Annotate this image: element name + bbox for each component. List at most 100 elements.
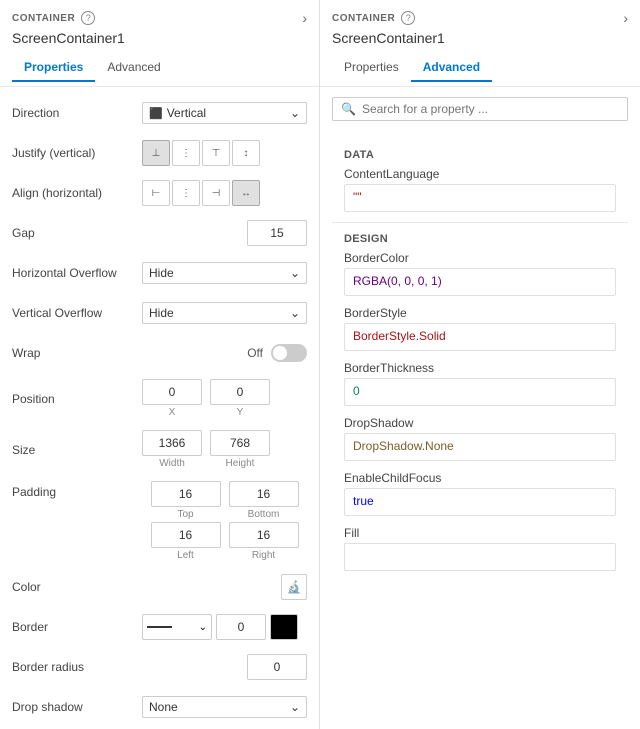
position-x-input[interactable] (142, 379, 202, 405)
direction-icon: ⬛ (149, 107, 163, 120)
right-tabs: Properties Advanced (332, 54, 628, 82)
right-panel-title: ScreenContainer1 (332, 30, 628, 46)
position-y-field: Y (210, 379, 270, 418)
size-height-label: Height (226, 458, 255, 469)
border-color-value[interactable]: RGBA(0, 0, 0, 1) (344, 268, 616, 296)
justify-label: Justify (vertical) (12, 146, 142, 160)
design-section-header: DESIGN (332, 227, 628, 251)
padding-bottom-input[interactable] (229, 481, 299, 507)
left-panel-header: CONTAINER ? › ScreenContainer1 Propertie… (0, 0, 319, 87)
v-overflow-row: Vertical Overflow Hide ⌄ (12, 299, 307, 327)
search-input[interactable] (362, 102, 619, 116)
left-tabs: Properties Advanced (12, 54, 307, 82)
size-width-input[interactable] (142, 430, 202, 456)
v-overflow-control: Hide ⌄ (142, 302, 307, 324)
fill-value[interactable] (344, 543, 616, 571)
wrap-toggle-label: Off (247, 346, 263, 360)
right-panel: CONTAINER ? › ScreenContainer1 Propertie… (320, 0, 640, 729)
size-width-field: Width (142, 430, 202, 469)
tab-properties-left[interactable]: Properties (12, 54, 95, 82)
justify-btn-3[interactable]: ⊤ (202, 140, 230, 166)
border-color-swatch[interactable] (270, 614, 298, 640)
border-style-value[interactable]: BorderStyle.Solid (344, 323, 616, 351)
direction-select[interactable]: ⬛ Vertical ⌄ (142, 102, 307, 124)
tab-advanced-left[interactable]: Advanced (95, 54, 172, 82)
left-panel-title: ScreenContainer1 (12, 30, 307, 46)
justify-row: Justify (vertical) ⊥ ⋮ ⊤ ↕ (12, 139, 307, 167)
border-control: ⌄ (142, 614, 307, 640)
border-width-input[interactable] (216, 614, 266, 640)
justify-btn-1[interactable]: ⊥ (142, 140, 170, 166)
color-control: 🔬 (142, 574, 307, 600)
align-btn-4[interactable]: ↔ (232, 180, 260, 206)
left-panel: CONTAINER ? › ScreenContainer1 Propertie… (0, 0, 320, 729)
size-height-input[interactable] (210, 430, 270, 456)
right-help-icon[interactable]: ? (401, 11, 415, 25)
color-row: Color 🔬 (12, 573, 307, 601)
left-help-icon[interactable]: ? (81, 11, 95, 25)
direction-row: Direction ⬛ Vertical ⌄ (12, 99, 307, 127)
content-language-value[interactable]: "" (344, 184, 616, 212)
tab-advanced-right[interactable]: Advanced (411, 54, 492, 82)
align-label: Align (horizontal) (12, 186, 142, 200)
position-xy-row: X Y (142, 379, 307, 418)
drop-shadow-value: None (149, 700, 178, 714)
drop-shadow-field-value[interactable]: DropShadow.None (344, 433, 616, 461)
h-overflow-select[interactable]: Hide ⌄ (142, 262, 307, 284)
justify-btn-4[interactable]: ↕ (232, 140, 260, 166)
padding-right-label: Right (252, 550, 275, 561)
border-style-select[interactable]: ⌄ (142, 614, 212, 640)
position-y-label: Y (237, 407, 244, 418)
wrap-row: Wrap Off (12, 339, 307, 367)
position-x-field: X (142, 379, 202, 418)
gap-input[interactable] (247, 220, 307, 246)
drop-shadow-select[interactable]: None ⌄ (142, 696, 307, 718)
tab-properties-right[interactable]: Properties (332, 54, 411, 82)
padding-right-input[interactable] (229, 522, 299, 548)
size-grid: Width Height (142, 430, 307, 469)
border-radius-row: Border radius (12, 653, 307, 681)
border-style-label: BorderStyle (344, 306, 616, 320)
position-y-input[interactable] (210, 379, 270, 405)
search-box: 🔍 (332, 97, 628, 121)
drop-shadow-control: None ⌄ (142, 696, 307, 718)
right-chevron-icon[interactable]: › (623, 10, 628, 26)
drop-shadow-field: DropShadow DropShadow.None (344, 416, 616, 461)
color-label: Color (12, 580, 142, 594)
border-thickness-label: BorderThickness (344, 361, 616, 375)
left-chevron-icon[interactable]: › (302, 10, 307, 26)
enable-child-focus-value[interactable]: true (344, 488, 616, 516)
padding-top-input[interactable] (151, 481, 221, 507)
h-overflow-chevron-icon: ⌄ (290, 266, 300, 280)
v-overflow-label: Vertical Overflow (12, 306, 142, 320)
enable-child-focus-text: true (353, 494, 374, 508)
justify-btn-group: ⊥ ⋮ ⊤ ↕ (142, 140, 260, 166)
gap-control (142, 220, 307, 246)
data-section-header: DATA (332, 143, 628, 167)
right-panel-header: CONTAINER ? › ScreenContainer1 Propertie… (320, 0, 640, 87)
wrap-toggle[interactable] (271, 344, 307, 362)
fill-field: Fill (344, 526, 616, 571)
align-btn-group: ⊢ ⋮ ⊣ ↔ (142, 180, 260, 206)
padding-left-input[interactable] (151, 522, 221, 548)
v-overflow-select[interactable]: Hide ⌄ (142, 302, 307, 324)
border-radius-input[interactable] (247, 654, 307, 680)
border-color-field: BorderColor RGBA(0, 0, 0, 1) (344, 251, 616, 296)
justify-btn-2[interactable]: ⋮ (172, 140, 200, 166)
size-row: Size Width Height (12, 430, 307, 469)
align-btn-1[interactable]: ⊢ (142, 180, 170, 206)
direction-value: Vertical (167, 106, 206, 120)
border-thickness-text: 0 (353, 384, 360, 398)
content-language-field: ContentLanguage "" (344, 167, 616, 212)
enable-child-focus-label: EnableChildFocus (344, 471, 616, 485)
align-btn-2[interactable]: ⋮ (172, 180, 200, 206)
eyedropper-button[interactable]: 🔬 (281, 574, 307, 600)
align-btn-3[interactable]: ⊣ (202, 180, 230, 206)
border-color-text: RGBA(0, 0, 0, 1) (353, 274, 442, 288)
size-label: Size (12, 443, 142, 457)
border-thickness-field: BorderThickness 0 (344, 361, 616, 406)
content-language-label: ContentLanguage (344, 167, 616, 181)
padding-row: Padding Top Bottom (12, 481, 307, 561)
border-thickness-value[interactable]: 0 (344, 378, 616, 406)
drop-shadow-chevron-icon: ⌄ (290, 700, 300, 714)
